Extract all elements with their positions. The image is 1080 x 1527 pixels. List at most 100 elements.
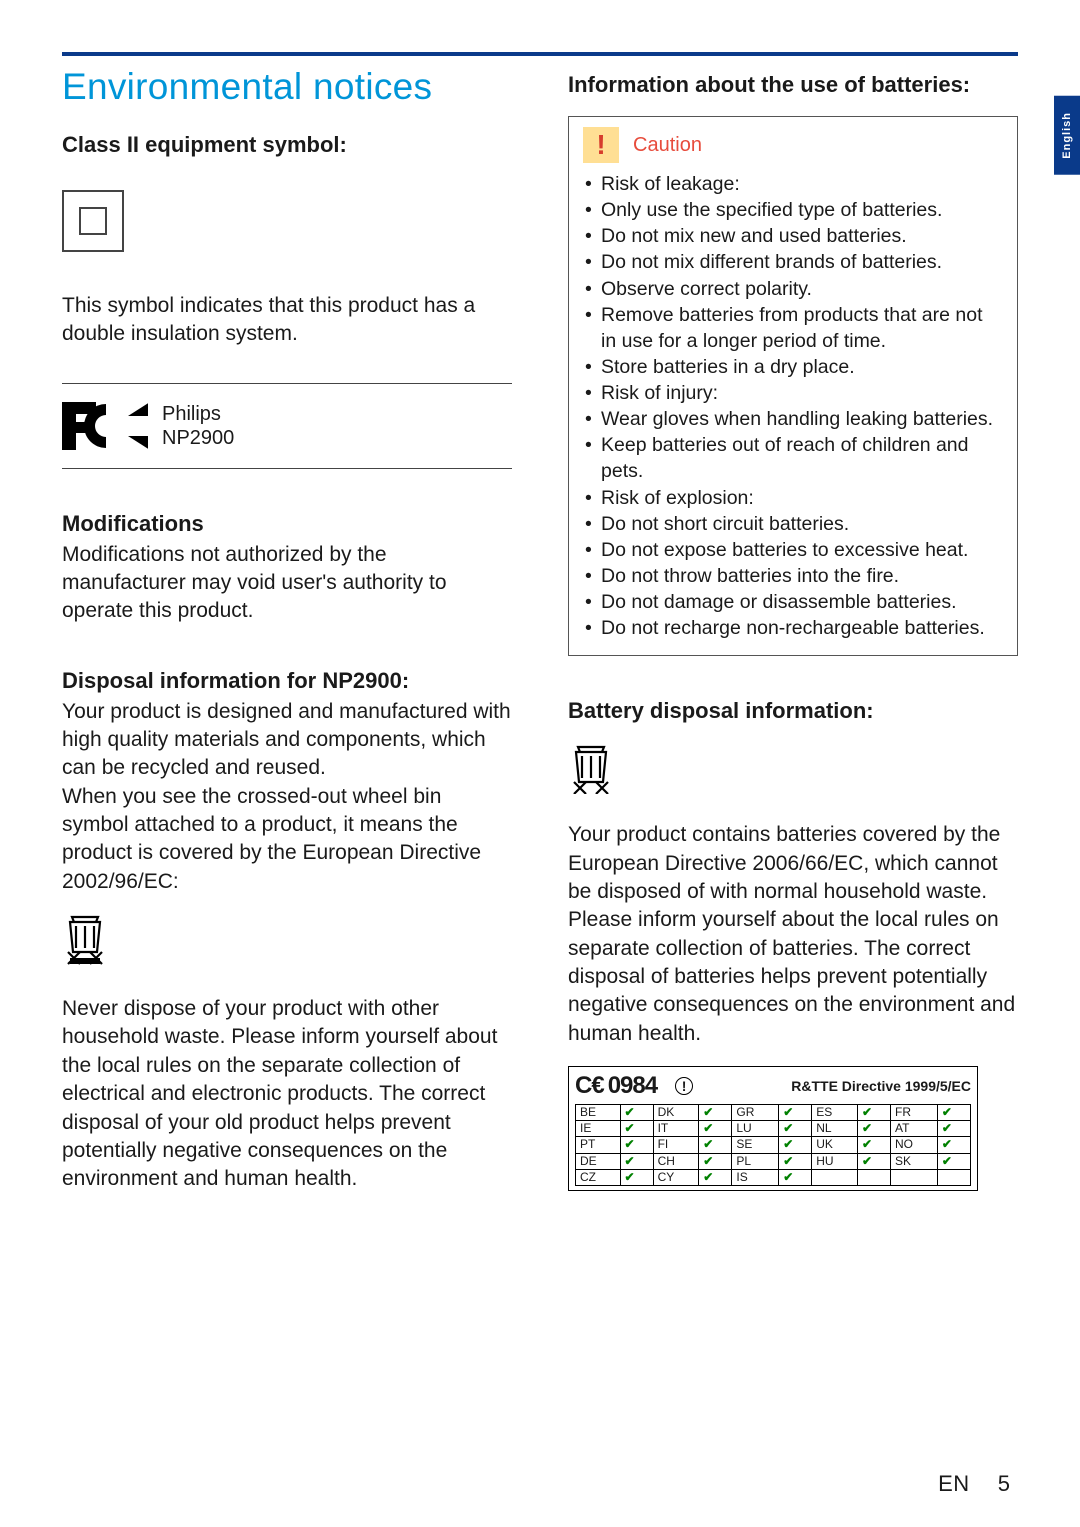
caution-item: Keep batteries out of reach of children … xyxy=(601,432,1003,484)
ce-country-cell: NO xyxy=(891,1137,938,1153)
fcc-logo-icon xyxy=(62,398,148,454)
battery-disposal-body-2: Please inform yourself about the local r… xyxy=(568,906,1018,1048)
battery-bin-icon xyxy=(568,742,1018,799)
ce-check-cell: ✔ xyxy=(620,1169,653,1185)
ce-country-cell: AT xyxy=(891,1121,938,1137)
disposal-heading: Disposal information for NP2900: xyxy=(62,668,512,694)
ce-country-cell xyxy=(891,1169,938,1185)
ce-country-cell: LU xyxy=(732,1121,779,1137)
fcc-brand: Philips xyxy=(162,402,234,426)
fcc-model: NP2900 xyxy=(162,426,234,450)
caution-item: Wear gloves when handling leaking batter… xyxy=(601,406,1003,432)
divider xyxy=(62,383,512,384)
ce-country-table: BE✔DK✔GR✔ES✔FR✔IE✔IT✔LU✔NL✔AT✔PT✔FI✔SE✔U… xyxy=(575,1104,971,1186)
caution-item: Risk of explosion: xyxy=(601,485,1003,511)
caution-box: ! Caution Risk of leakage:Only use the s… xyxy=(568,116,1018,656)
disposal-body-2: When you see the crossed-out wheel bin s… xyxy=(62,783,512,896)
weee-bin-icon xyxy=(62,910,512,973)
ce-check-cell: ✔ xyxy=(937,1137,970,1153)
ce-check-cell: ✔ xyxy=(779,1105,812,1121)
ce-check-cell: ✔ xyxy=(779,1137,812,1153)
ce-check-cell: ✔ xyxy=(699,1105,732,1121)
caution-item: Do not short circuit batteries. xyxy=(601,511,1003,537)
ce-directive: R&TTE Directive 1999/5/EC xyxy=(791,1078,971,1094)
caution-item: Do not damage or disassemble batteries. xyxy=(601,589,1003,615)
ce-country-cell: FR xyxy=(891,1105,938,1121)
battery-disposal-body-1: Your product contains batteries covered … xyxy=(568,821,1018,906)
caution-item: Store batteries in a dry place. xyxy=(601,354,1003,380)
ce-country-cell: GR xyxy=(732,1105,779,1121)
class2-description: This symbol indicates that this product … xyxy=(62,292,512,349)
ce-check-cell: ✔ xyxy=(937,1153,970,1169)
ce-check-cell: ✔ xyxy=(937,1105,970,1121)
alert-icon: ! xyxy=(675,1077,693,1095)
ce-check-cell xyxy=(857,1169,890,1185)
caution-item: Risk of leakage: xyxy=(601,171,1003,197)
footer-lang: EN xyxy=(938,1471,970,1496)
caution-item: Do not mix different brands of batteries… xyxy=(601,249,1003,275)
ce-country-cell: CY xyxy=(653,1169,699,1185)
ce-country-cell: IT xyxy=(653,1121,699,1137)
ce-country-cell: PL xyxy=(732,1153,779,1169)
ce-check-cell: ✔ xyxy=(620,1105,653,1121)
ce-country-cell: FI xyxy=(653,1137,699,1153)
class2-symbol-icon xyxy=(62,190,124,252)
left-column: Environmental notices Class II equipment… xyxy=(62,66,512,1194)
ce-country-cell: CH xyxy=(653,1153,699,1169)
ce-country-cell xyxy=(812,1169,858,1185)
ce-country-cell: ES xyxy=(812,1105,858,1121)
ce-number: 0984 xyxy=(608,1072,657,1100)
ce-country-cell: HU xyxy=(812,1153,858,1169)
ce-check-cell: ✔ xyxy=(779,1121,812,1137)
ce-check-cell: ✔ xyxy=(620,1153,653,1169)
ce-check-cell: ✔ xyxy=(699,1153,732,1169)
ce-country-cell: NL xyxy=(812,1121,858,1137)
ce-mark-icon: C€ 0984 xyxy=(575,1072,657,1100)
batteries-heading: Information about the use of batteries: xyxy=(568,72,1018,98)
ce-check-cell: ✔ xyxy=(937,1121,970,1137)
class2-heading: Class II equipment symbol: xyxy=(62,132,512,158)
ce-country-cell: IE xyxy=(576,1121,621,1137)
ce-country-cell: BE xyxy=(576,1105,621,1121)
ce-country-cell: UK xyxy=(812,1137,858,1153)
disposal-body-3: Never dispose of your product with other… xyxy=(62,995,512,1193)
ce-check-cell: ✔ xyxy=(620,1137,653,1153)
caution-item: Only use the specified type of batteries… xyxy=(601,197,1003,223)
caution-item: Do not throw batteries into the fire. xyxy=(601,563,1003,589)
ce-check-cell: ✔ xyxy=(699,1169,732,1185)
ce-check-cell: ✔ xyxy=(699,1121,732,1137)
caution-item: Do not recharge non-rechargeable batteri… xyxy=(601,615,1003,641)
ce-check-cell: ✔ xyxy=(857,1153,890,1169)
footer-page-number: 5 xyxy=(998,1471,1010,1496)
ce-country-cell: IS xyxy=(732,1169,779,1185)
disposal-body-1: Your product is designed and manufacture… xyxy=(62,698,512,783)
caution-item: Remove batteries from products that are … xyxy=(601,302,1003,354)
ce-country-cell: SE xyxy=(732,1137,779,1153)
section-title: Environmental notices xyxy=(62,66,512,108)
ce-check-cell: ✔ xyxy=(857,1121,890,1137)
ce-check-cell: ✔ xyxy=(857,1137,890,1153)
ce-check-cell: ✔ xyxy=(779,1153,812,1169)
ce-check-cell: ✔ xyxy=(699,1137,732,1153)
battery-disposal-heading: Battery disposal information: xyxy=(568,698,1018,724)
ce-check-cell xyxy=(937,1169,970,1185)
ce-country-cell: PT xyxy=(576,1137,621,1153)
divider xyxy=(62,468,512,469)
caution-item: Risk of injury: xyxy=(601,380,1003,406)
modifications-body: Modifications not authorized by the manu… xyxy=(62,541,512,626)
caution-icon: ! xyxy=(583,127,619,163)
page-footer: EN 5 xyxy=(938,1471,1010,1497)
fcc-block: Philips NP2900 xyxy=(62,398,512,454)
caution-item: Observe correct polarity. xyxy=(601,276,1003,302)
caution-item: Do not mix new and used batteries. xyxy=(601,223,1003,249)
right-column: Information about the use of batteries: … xyxy=(568,66,1018,1194)
caution-label: Caution xyxy=(633,134,702,157)
ce-check-cell: ✔ xyxy=(620,1121,653,1137)
caution-list: Risk of leakage:Only use the specified t… xyxy=(583,171,1003,641)
ce-check-cell: ✔ xyxy=(857,1105,890,1121)
ce-country-cell: SK xyxy=(891,1153,938,1169)
modifications-heading: Modifications xyxy=(62,511,512,537)
ce-country-cell: CZ xyxy=(576,1169,621,1185)
ce-country-cell: DK xyxy=(653,1105,699,1121)
ce-compliance-box: C€ 0984 ! R&TTE Directive 1999/5/EC BE✔D… xyxy=(568,1066,978,1191)
